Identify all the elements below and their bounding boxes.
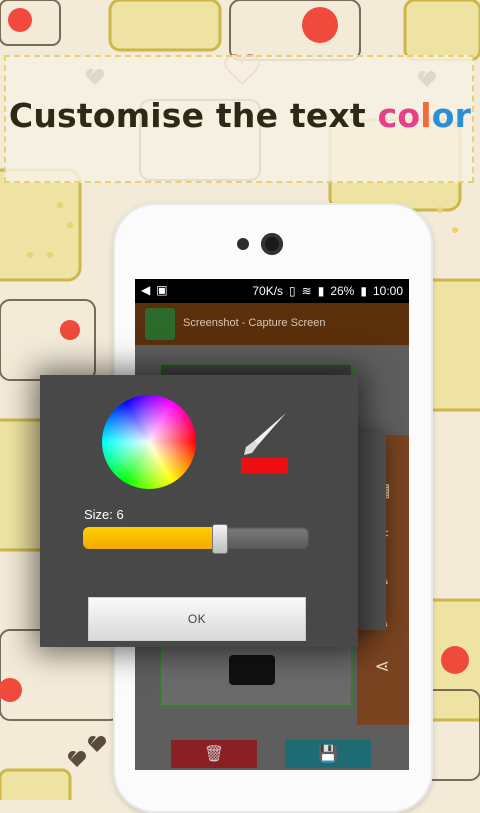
accent-letter: o xyxy=(397,96,421,135)
color-wheel[interactable] xyxy=(102,395,196,489)
status-bar: ◀ ▣ 70K/s ▯ ≋ ▮ 26% ▮ 10:00 xyxy=(135,279,409,303)
trash-icon: 🗑 xyxy=(203,746,225,763)
battery-icon: ▮ xyxy=(360,284,367,298)
battery-percent: 26% xyxy=(330,284,355,298)
wifi-icon: ≋ xyxy=(301,284,312,298)
clock: 10:00 xyxy=(372,284,403,298)
size-slider[interactable] xyxy=(83,524,309,554)
slider-thumb[interactable] xyxy=(211,524,228,554)
network-speed: 70K/s xyxy=(252,284,284,298)
phone-rotate-icon: ▯ xyxy=(289,284,296,298)
phone-camera-icon xyxy=(261,233,283,255)
floppy-icon: 💾 xyxy=(318,746,338,763)
text-style-dialog: Size: 6 OK xyxy=(40,375,358,647)
headline-prefix: Customise the text xyxy=(8,96,378,135)
app-title: Screenshot - Capture Screen xyxy=(183,317,326,329)
selected-color-swatch xyxy=(241,458,288,474)
headline: Customise the text color xyxy=(0,96,480,135)
accent-letter: c xyxy=(377,96,398,135)
accent-letter: l xyxy=(420,96,432,135)
ok-button[interactable]: OK xyxy=(88,597,306,641)
signal-icon: ▮ xyxy=(317,284,325,298)
accent-letter: o xyxy=(431,96,455,135)
save-button[interactable]: 💾 xyxy=(285,740,371,768)
share-icon[interactable]: ⋖ xyxy=(371,655,393,677)
size-label: Size: 6 xyxy=(84,507,124,522)
phone-sensor-icon xyxy=(237,238,249,250)
app-bar: Screenshot - Capture Screen xyxy=(135,303,409,345)
app-icon[interactable] xyxy=(145,308,175,340)
delete-button[interactable]: 🗑 xyxy=(171,740,257,768)
brush-icon xyxy=(244,413,286,455)
headline-accent-word: color xyxy=(378,96,472,135)
back-arrow-icon: ◀ xyxy=(141,283,151,297)
accent-letter: r xyxy=(454,96,472,135)
android-icon: ▣ xyxy=(156,283,168,297)
captured-phone-image xyxy=(229,655,275,685)
slider-fill xyxy=(83,527,219,549)
